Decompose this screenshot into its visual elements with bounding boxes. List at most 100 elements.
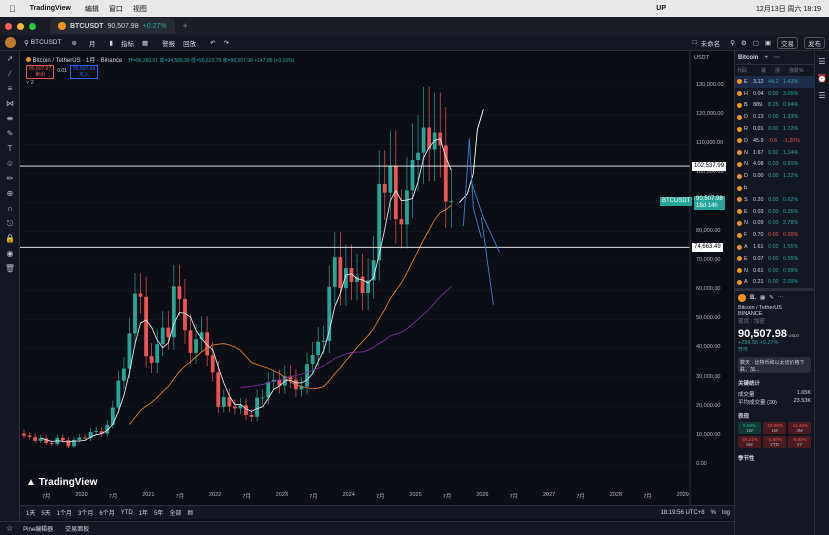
camera-icon[interactable]: ▣ xyxy=(765,39,771,47)
range-5d[interactable]: 5天 xyxy=(41,508,50,517)
symbol-search-icon[interactable]: ⚲ xyxy=(24,39,29,47)
layers-icon[interactable]: ☰ xyxy=(815,91,829,100)
pattern-icon[interactable]: ⋈ xyxy=(0,96,20,111)
watchlist-settings-icon[interactable]: ⋯ xyxy=(774,54,780,61)
menu-view[interactable]: 视图 xyxy=(133,4,147,14)
search-icon[interactable]: ⚲ xyxy=(730,39,735,47)
measure-icon[interactable]: ✏ xyxy=(0,171,20,186)
watchlist-row[interactable]: N 0.61 0.00 0.99% xyxy=(735,265,814,277)
watchlist-row[interactable]: E 0.07 0.00 0.55% xyxy=(735,253,814,265)
publish-button[interactable]: 发布 xyxy=(804,36,825,49)
zoom-window-icon[interactable] xyxy=(29,22,36,30)
more-icon[interactable]: ⋯ xyxy=(778,295,784,301)
symbol-search-button[interactable]: BTCUSDT xyxy=(31,39,62,46)
utc-clock[interactable]: 18:19:56 UTC+8 xyxy=(660,510,704,516)
horizontal-line-icon[interactable]: ≡ xyxy=(0,81,20,96)
app-name[interactable]: TradingView xyxy=(30,5,71,12)
sell-button[interactable]: 90,507.97 卖出 xyxy=(26,65,55,79)
edit-icon[interactable]: ✎ xyxy=(769,295,774,301)
trade-button[interactable]: 交易 xyxy=(777,36,798,49)
range-1d[interactable]: 1天 xyxy=(26,508,35,517)
alerts-icon[interactable]: ⏰ xyxy=(815,74,829,83)
menu-edit[interactable]: 编辑 xyxy=(85,4,99,14)
col-chg[interactable]: 涨 xyxy=(775,67,789,74)
watchlist-title[interactable]: Bitcoin xyxy=(738,55,758,61)
layout-name[interactable]: 未命名 xyxy=(701,38,721,48)
cursor-icon[interactable]: ➚ xyxy=(0,51,20,66)
magnet-icon[interactable]: ∩ xyxy=(0,201,20,216)
percent-toggle[interactable]: % xyxy=(711,510,716,516)
watchlist-row[interactable]: A 1.61 0.02 1.55% xyxy=(735,241,814,253)
emoji-icon[interactable]: ☺ xyxy=(0,156,20,171)
range-5y[interactable]: 5年 xyxy=(154,508,163,517)
currency-label[interactable]: USDT xyxy=(694,55,709,61)
eye-icon[interactable]: ◉ xyxy=(0,246,20,261)
watchlist-row[interactable]: S 0.20 0.00 0.62% xyxy=(735,194,814,206)
watchlist-row[interactable]: R 0.01 0.00 1.72% xyxy=(735,123,814,135)
avatar[interactable] xyxy=(5,37,16,48)
log-toggle[interactable]: log xyxy=(722,510,730,516)
range-1m[interactable]: 1个月 xyxy=(57,508,72,517)
redo-icon[interactable]: ↷ xyxy=(224,39,229,47)
add-symbol-icon[interactable]: ⊕ xyxy=(71,39,76,47)
range-all[interactable]: 全部 xyxy=(169,508,181,517)
watchlist-row[interactable]: D 0.00 0.00 1.22% xyxy=(735,170,814,182)
lock-icon[interactable]: 🔒 xyxy=(0,231,20,246)
range-3m[interactable]: 3个月 xyxy=(78,508,93,517)
alert-button[interactable]: 警报 xyxy=(162,38,175,48)
apple-icon[interactable]:  xyxy=(9,4,16,14)
indicator-toggle[interactable]: ˅ 2 xyxy=(26,80,34,86)
add-icon[interactable]: + xyxy=(764,55,768,61)
range-6m[interactable]: 6个月 xyxy=(99,508,114,517)
range-1y[interactable]: 1年 xyxy=(139,508,148,517)
layout-icon[interactable]: ▦ xyxy=(142,39,148,47)
star-icon[interactable]: ☆ xyxy=(6,524,13,533)
range-ytd[interactable]: YTD xyxy=(121,510,133,516)
watchlist-row[interactable]: N 4.08 0.03 0.91% xyxy=(735,159,814,171)
watchlist-icon[interactable]: ☰ xyxy=(815,57,829,66)
watchlist-row[interactable]: D 45.9 -0.6 -1.20% xyxy=(735,135,814,147)
replay-button[interactable]: 回放 xyxy=(183,38,196,48)
lock-drawing-icon[interactable]: ⎋ xyxy=(0,216,20,231)
text-icon[interactable]: T xyxy=(0,141,20,156)
watchlist-row[interactable]: N 0.09 0.00 2.78% xyxy=(735,218,814,230)
candle-type-icon[interactable]: ▮ xyxy=(109,39,113,47)
zoom-in-icon[interactable]: ⊕ xyxy=(0,186,20,201)
indicators-button[interactable]: 指标 xyxy=(121,38,134,48)
key-stats-title[interactable]: 关键统计 xyxy=(738,379,811,387)
grid-icon[interactable]: ▦ xyxy=(760,295,765,301)
new-tab-icon[interactable]: + xyxy=(183,21,188,31)
undo-icon[interactable]: ↶ xyxy=(210,39,215,47)
status-up[interactable]: UP xyxy=(656,5,666,12)
performance-title[interactable]: 表现 xyxy=(738,412,811,420)
watchlist-row[interactable]: b xyxy=(735,182,814,194)
watchlist-row[interactable]: A 0.21 0.00 2.09% xyxy=(735,277,814,289)
trash-icon[interactable]: 🗑 xyxy=(0,261,20,276)
watchlist-row[interactable]: H 0.04 0.00 3.05% xyxy=(735,88,814,100)
layout-select-icon[interactable]: □ xyxy=(693,39,697,46)
price-chart[interactable] xyxy=(20,51,734,505)
watchlist-row[interactable]: E 3,12 44.2 1.43% xyxy=(735,76,814,88)
watchlist-row[interactable]: E 0.03 0.00 0.35% xyxy=(735,206,814,218)
minimize-window-icon[interactable] xyxy=(17,22,24,30)
watchlist-row[interactable]: F 0.70 0.00 0.00% xyxy=(735,229,814,241)
interval-button[interactable]: 月 xyxy=(89,38,96,48)
fib-icon[interactable]: ⇼ xyxy=(0,111,20,126)
fullscreen-icon[interactable]: ▢ xyxy=(753,39,759,47)
trendline-icon[interactable]: ∕ xyxy=(0,66,20,81)
watchlist-row[interactable]: D 0.13 0.00 1.33% xyxy=(735,111,814,123)
clock[interactable]: 12月13日 周六 18:19 xyxy=(756,4,821,14)
settings-icon[interactable]: ⚙ xyxy=(741,39,747,47)
col-symbol[interactable]: 代码 xyxy=(737,67,761,74)
menu-window[interactable]: 窗口 xyxy=(109,4,123,14)
col-last[interactable]: 最 xyxy=(761,67,775,74)
trading-panel-tab[interactable]: 交易面板 xyxy=(65,524,89,533)
news-headline[interactable]: 数天 · 比特币和以太坊价格下跌，加... xyxy=(738,357,811,374)
buy-button[interactable]: 90,507.98 买入 xyxy=(69,65,99,79)
watchlist-row[interactable]: N 1.67 0.02 1.14% xyxy=(735,147,814,159)
tab-btcusdt[interactable]: BTCUSDT 90,507.98 +0.27% xyxy=(50,18,175,34)
close-window-icon[interactable] xyxy=(5,22,12,30)
brush-icon[interactable]: ✎ xyxy=(0,126,20,141)
pine-editor-tab[interactable]: Pine编辑器 xyxy=(23,524,53,533)
chart-pane[interactable]: Bitcoin / TetherUS · 1月 · Binance 开=90,3… xyxy=(20,51,734,521)
